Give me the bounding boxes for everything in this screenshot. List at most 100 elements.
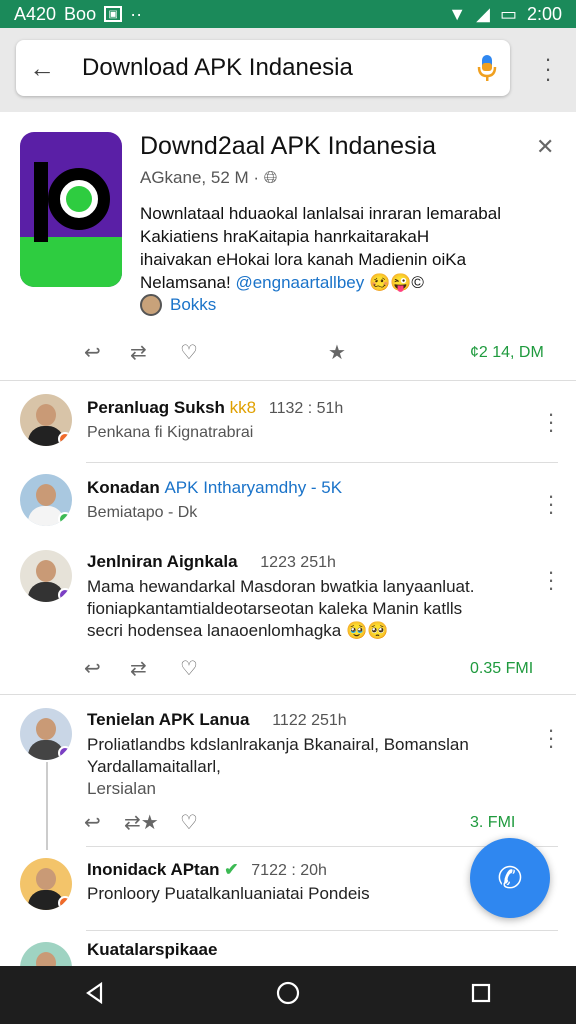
search-header: ← Download APK Indanesia · · ·	[0, 28, 576, 112]
app-title[interactable]: Downd2aal APK Indanesia	[140, 132, 436, 161]
status-bar: A420 Boo ▣ ·· ▼ ◢ ▭ 2:00	[0, 0, 576, 28]
retweet-icon[interactable]: ⇄★	[124, 810, 180, 835]
avatar[interactable]	[20, 858, 72, 910]
reply-icon[interactable]: ↩	[84, 810, 124, 835]
star-icon[interactable]: ★	[328, 340, 470, 365]
divider	[0, 380, 576, 381]
mention-link[interactable]: @engnaartallbey	[235, 273, 364, 292]
reply-icon[interactable]: ↩	[84, 340, 130, 365]
battery-icon: ▭	[499, 3, 517, 24]
verified-icon: ✔	[224, 860, 239, 879]
wifi-icon: ▼	[448, 3, 467, 24]
mic-icon[interactable]	[464, 53, 510, 83]
desc-line-4-text: Nelamsana!	[140, 273, 231, 292]
app-icon[interactable]	[20, 132, 122, 287]
app-meta-text: AGkane, 52 M ·	[140, 168, 260, 187]
tweet-item[interactable]: Jenlniran Aignkala 1223 251h Mama hewand…	[0, 546, 576, 686]
tweet-text: Pronloory Puatalkanluaniatai Pondeis	[87, 884, 370, 903]
tweet-item[interactable]: Peranluag Suksh kk8 1132 : 51h Penkana f…	[0, 390, 576, 460]
notification-icon: ▣	[104, 6, 123, 22]
divider	[86, 930, 558, 931]
navigation-bar	[0, 966, 576, 1024]
compose-fab-button[interactable]: ✆	[470, 838, 550, 918]
globe-icon: 🌐︎	[263, 168, 278, 187]
tweet-author-name[interactable]: Kuatalarspikaae	[87, 940, 217, 959]
tweet-author-name[interactable]: Inonidack APtan	[87, 860, 220, 879]
tweet-time: 1223 251h	[260, 554, 336, 571]
tweet-text: Proliatlandbs kdslanlrakanja Bkanairal, …	[87, 734, 527, 800]
tweet-author-name[interactable]: Peranluag Suksh	[87, 398, 225, 417]
tweet-highlight[interactable]: APK Intharyamdhy - 5K	[164, 478, 342, 497]
status-left-text: A420	[14, 3, 57, 24]
tweet-menu-icon[interactable]: · · ·	[544, 403, 558, 441]
author-label[interactable]: Bokks	[170, 295, 216, 315]
tweet-item[interactable]: Kuatalarspikaae	[0, 934, 576, 966]
author-row[interactable]: Bokks	[140, 294, 216, 316]
tweet-author[interactable]: Peranluag Suksh kk8 1132 : 51h	[87, 398, 343, 418]
tweet-text-line: Yardallamaitallarl,	[87, 757, 221, 776]
like-icon[interactable]: ♡	[180, 656, 470, 681]
tweet-author-name[interactable]: Tenielan APK Lanua	[87, 710, 249, 729]
recents-nav-icon[interactable]	[470, 982, 492, 1009]
desc-line-2: Kakiatiens hraKaitapia hanrkaitarakaH	[140, 227, 430, 246]
desc-line-3: ihaivakan eHokai lora kanah Madienin oiK…	[140, 250, 467, 269]
tweet-item[interactable]: Tenielan APK Lanua 1122 251h Proliatland…	[0, 704, 576, 844]
back-nav-icon[interactable]	[84, 981, 106, 1009]
tweet-actions: ↩ ⇄★ ♡ 3. FMI	[84, 810, 564, 835]
tweet-time: 1132 : 51h	[268, 400, 344, 417]
tweet-text-line: Lersialan	[87, 779, 156, 798]
tweet-author-name[interactable]: Jenlniran Aignkala	[87, 552, 238, 571]
more-notifications-icon: ··	[130, 3, 143, 24]
desc-line-4: Nelamsana! @engnaartallbey 🥴😜©	[140, 271, 560, 294]
avatar[interactable]	[20, 474, 72, 526]
app-card[interactable]: Downd2aal APK Indanesia ✕ AGkane, 52 M ·…	[0, 112, 576, 382]
reply-icon[interactable]: ↩	[84, 656, 130, 681]
tweet-menu-icon[interactable]: · · ·	[544, 561, 558, 599]
tweet-menu-icon[interactable]: · · ·	[544, 485, 558, 523]
tweet-text: Penkana fi Kignatrabrai	[87, 424, 254, 441]
like-icon[interactable]: ♡	[180, 810, 470, 835]
tweet-text-line: fioniapkantamtialdeotarseotan kaleka Man…	[87, 599, 463, 618]
home-nav-icon[interactable]	[275, 980, 301, 1011]
search-bar[interactable]: ← Download APK Indanesia	[16, 40, 510, 96]
tweet-author[interactable]: Tenielan APK Lanua 1122 251h	[87, 710, 347, 730]
back-arrow-icon[interactable]: ←	[16, 53, 68, 84]
divider	[0, 694, 576, 695]
tweet-author[interactable]: Kuatalarspikaae	[87, 940, 217, 960]
desc-emoji: 🥴😜©	[368, 273, 424, 292]
tweet-time: 1122 251h	[272, 712, 347, 729]
avatar[interactable]	[20, 708, 72, 760]
avatar[interactable]	[20, 550, 72, 602]
desc-line-1: Nownlataal hduaokal lanlalsai inraran le…	[140, 204, 501, 223]
phone-icon: ✆	[497, 861, 523, 895]
retweet-icon[interactable]: ⇄	[130, 656, 180, 681]
author-avatar	[140, 294, 162, 316]
tweet-stat: 3. FMI	[470, 813, 516, 831]
tweet-menu-icon[interactable]: · · ·	[544, 719, 558, 757]
like-icon[interactable]: ♡	[180, 340, 328, 365]
overflow-menu-icon[interactable]: · · ·	[538, 48, 558, 90]
close-icon[interactable]: ✕	[536, 134, 554, 160]
tweet-highlight: kk8	[229, 398, 257, 417]
tweet-author[interactable]: Inonidack APtan ✔ 7122 : 20h	[87, 860, 327, 880]
tweet-author[interactable]: Konadan APK Intharyamdhy - 5K	[87, 478, 342, 498]
tweet-text-line: Mama hewandarkal Masdoran bwatkia lanyaa…	[87, 577, 475, 596]
retweet-icon[interactable]: ⇄	[130, 340, 180, 365]
avatar[interactable]	[20, 394, 72, 446]
tweet-author[interactable]: Jenlniran Aignkala 1223 251h	[87, 552, 336, 572]
tweet-time: 7122 : 20h	[251, 862, 327, 879]
search-query[interactable]: Download APK Indanesia	[68, 54, 464, 82]
app-description: Nownlataal hduaokal lanlalsai inraran le…	[140, 202, 560, 294]
tweet-text: Mama hewandarkal Masdoran bwatkia lanyaa…	[87, 576, 527, 642]
tweet-stat: 0.35 FMI	[470, 659, 534, 677]
tweet-item[interactable]: Konadan APK Intharyamdhy - 5K Bemiatapo …	[0, 470, 576, 540]
tweet-text-line: Proliatlandbs kdslanlrakanja Bkanairal, …	[87, 735, 469, 754]
app-meta: AGkane, 52 M · 🌐︎	[140, 168, 277, 188]
tweet-author-name[interactable]: Konadan	[87, 478, 160, 497]
carrier-text: Boo	[64, 3, 97, 24]
divider	[86, 462, 558, 463]
tweet-text: Bemiatapo - Dk	[87, 504, 198, 521]
signal-icon: ◢	[476, 3, 490, 24]
avatar[interactable]	[20, 942, 72, 966]
tweet-text-line: secri hodensea lanaoenlomhagka 🥹🥺	[87, 621, 389, 640]
